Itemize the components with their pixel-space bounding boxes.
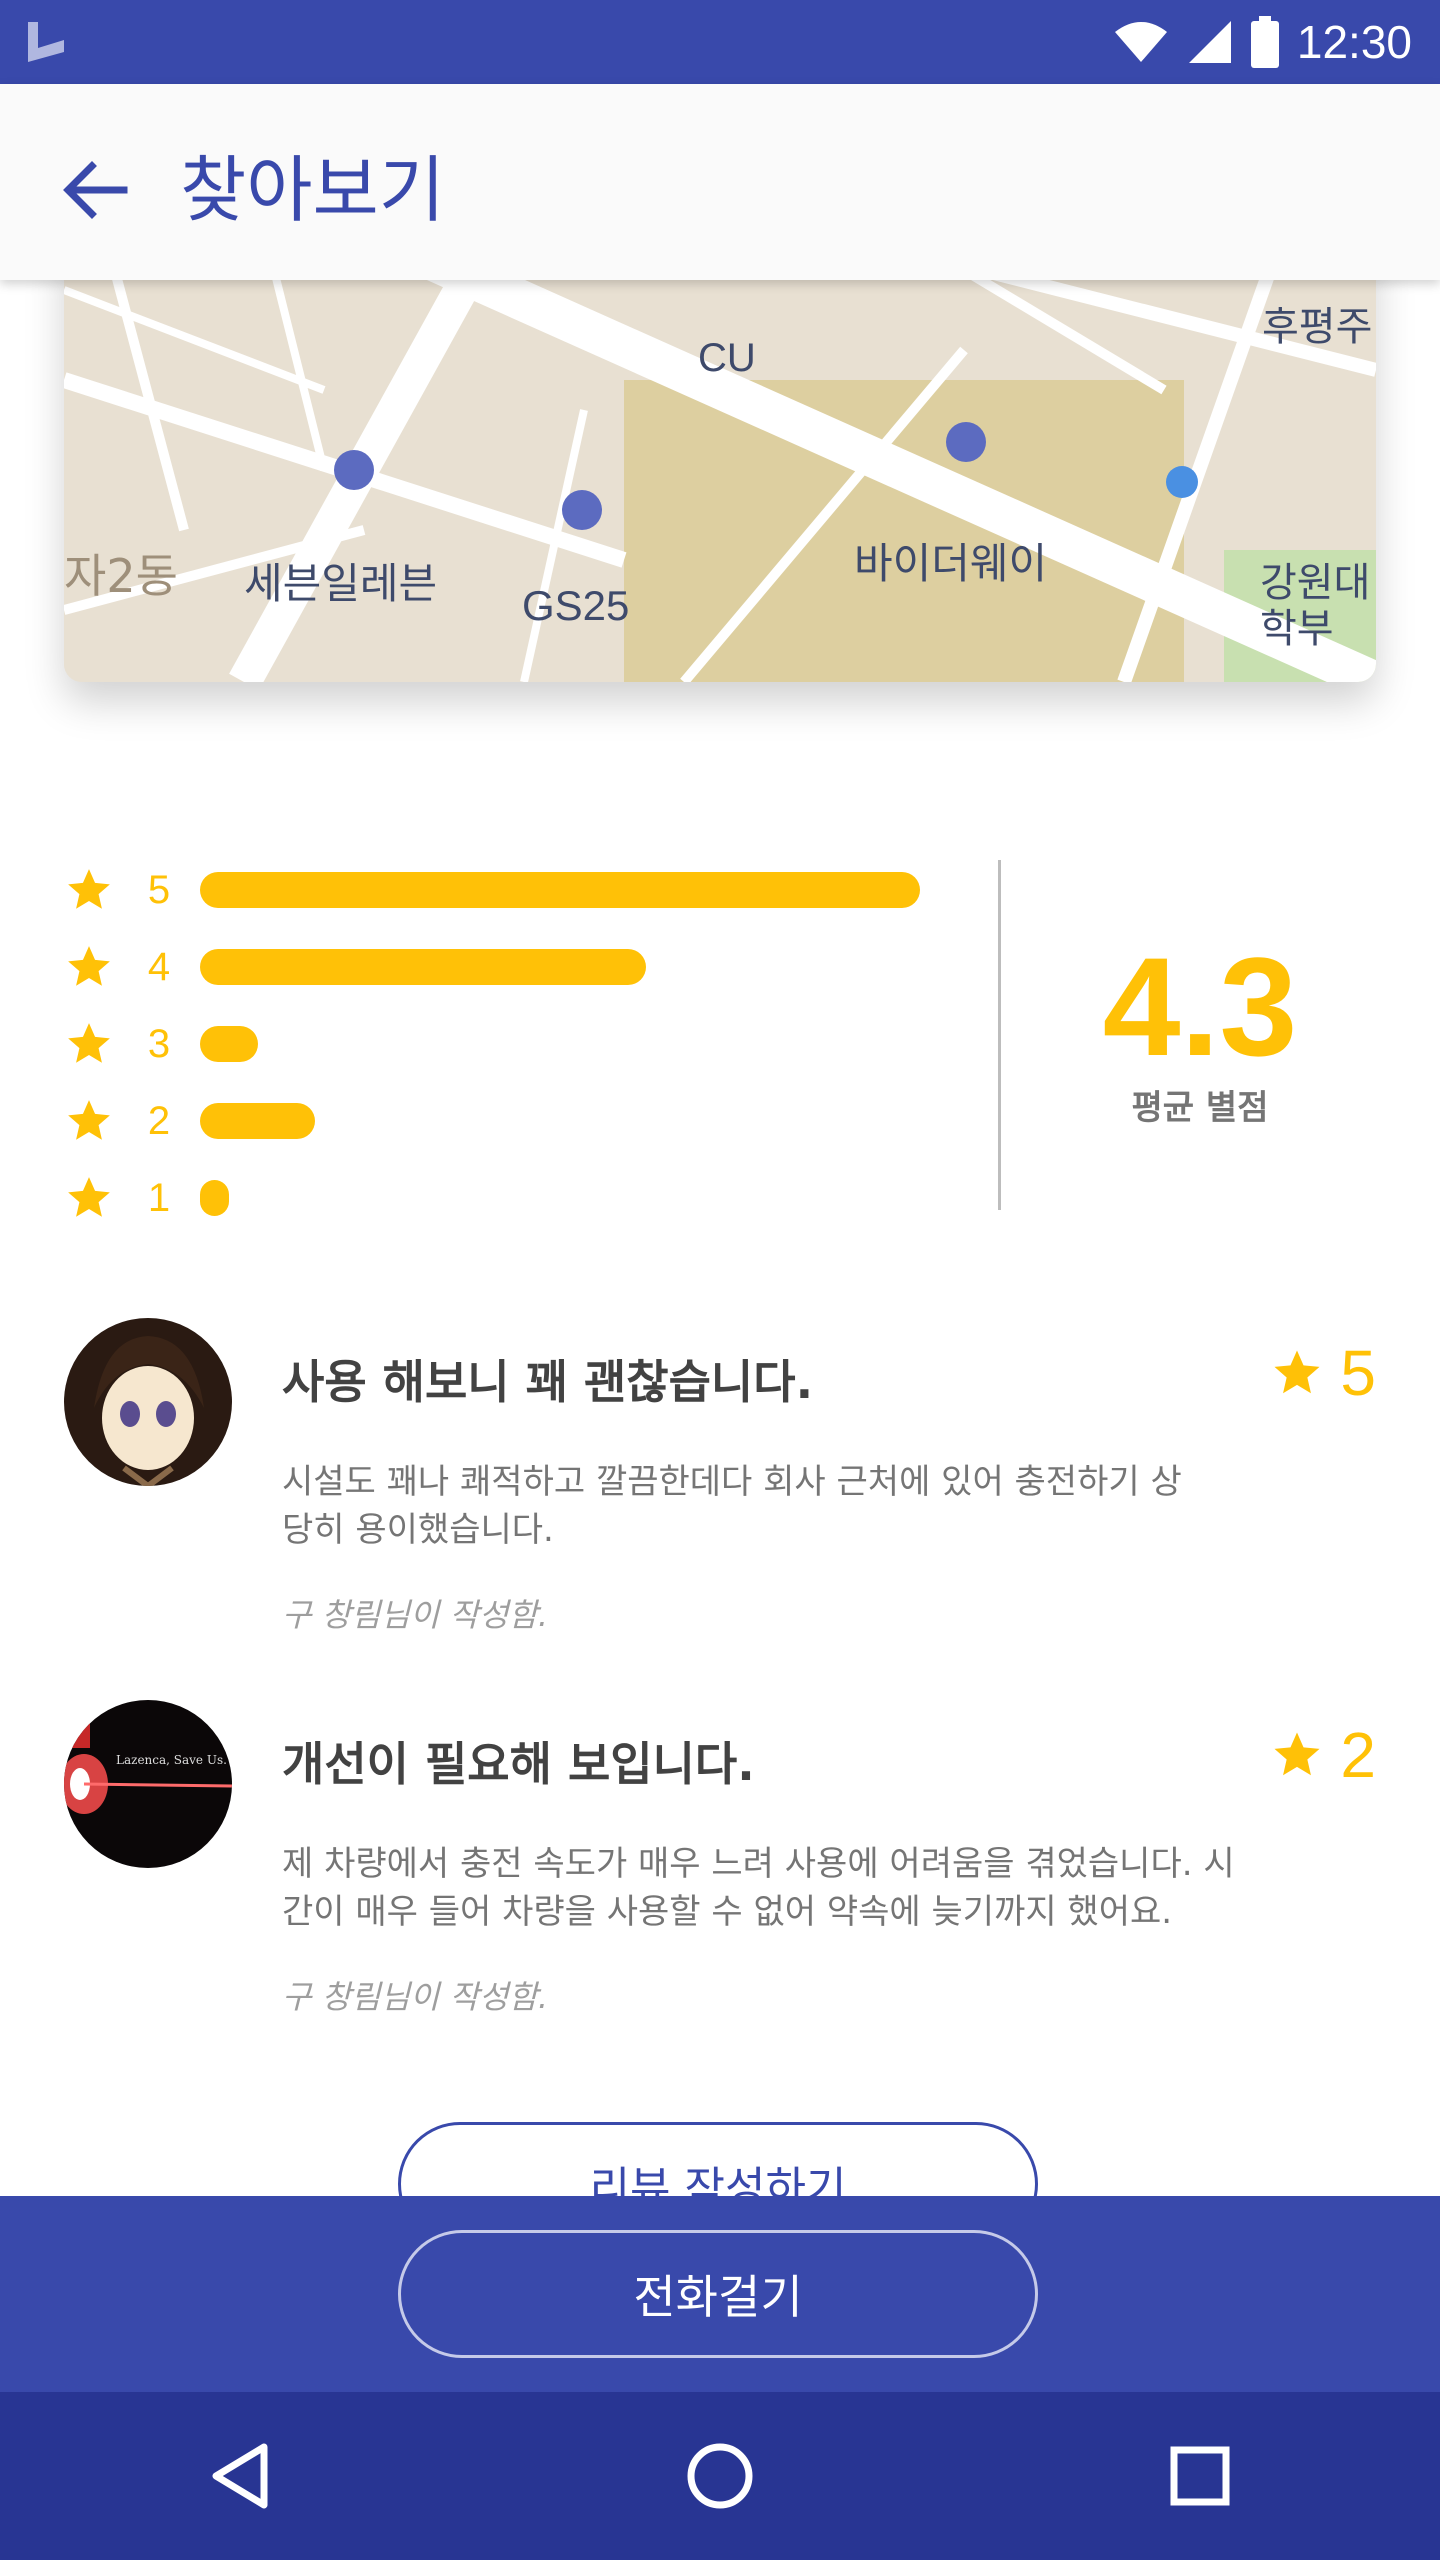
review-body: 제 차량에서 충전 속도가 매우 느려 사용에 어려움을 겪었습니다. 시간이 … — [282, 1844, 1235, 1932]
signal-icon — [1188, 21, 1231, 63]
triangle-back-icon — [212, 2443, 268, 2509]
nav-recents-button[interactable] — [1140, 2416, 1260, 2536]
review-score-value: 2 — [1340, 1719, 1376, 1791]
call-button[interactable]: 전화걸기 — [398, 2230, 1038, 2358]
rating-bar — [200, 1103, 315, 1139]
review-author: 구 창림님이 작성함. — [282, 1978, 549, 2016]
map-label-buytheway: 바이더웨이 — [854, 539, 1048, 588]
review-title: 개선이 필요해 보입니다. — [282, 1737, 755, 1791]
map-label-university: 강원대학부 — [1260, 560, 1371, 652]
rating-level: 1 — [147, 1175, 171, 1220]
average-rating-label: 평균 별점 — [1131, 1088, 1269, 1128]
avatar-dark-poster-image: Lazenca, Save Us. — [64, 1700, 232, 1868]
rating-bar — [200, 1026, 258, 1062]
app-bar: 찾아보기 — [0, 84, 1440, 280]
review-score: 5 — [1270, 1336, 1376, 1410]
star-icon — [1274, 1350, 1320, 1394]
page-title: 찾아보기 — [180, 148, 445, 232]
review-author: 구 창림님이 작성함. — [282, 1596, 549, 1634]
status-time: 12:30 — [1296, 16, 1412, 68]
map-tiles — [64, 230, 1376, 682]
square-recents-icon — [1170, 2446, 1230, 2506]
status-bar: 12:30 — [0, 0, 1440, 84]
star-icon — [68, 1023, 110, 1063]
review-score: 2 — [1270, 1718, 1376, 1792]
svg-text:Lazenca, Save Us.: Lazenca, Save Us. — [116, 1753, 227, 1767]
rating-level: 4 — [147, 944, 171, 989]
map-label-seven-eleven: 세븐일레븐 — [244, 559, 438, 608]
avatar: Lazenca, Save Us. — [64, 1700, 232, 1868]
rating-row-3: 3 — [64, 1014, 194, 1074]
rating-level: 2 — [147, 1098, 171, 1143]
poi-gs25-icon — [562, 490, 602, 530]
review-body: 시설도 꽤나 쾌적하고 깔끔한데다 회사 근처에 있어 충전하기 상당히 용이했… — [282, 1462, 1182, 1550]
star-icon — [68, 1177, 110, 1217]
rating-level: 5 — [147, 867, 171, 912]
bottom-action-bar: 전화걸기 — [0, 2196, 1440, 2392]
rating-level: 3 — [147, 1021, 171, 1066]
battery-icon — [1250, 16, 1279, 68]
review-title: 사용 해보니 꽤 괜찮습니다. — [282, 1355, 814, 1409]
star-icon — [68, 946, 110, 986]
avatar-anime-girl-image — [64, 1318, 232, 1486]
rating-divider — [998, 860, 1001, 1210]
circle-home-icon — [687, 2443, 753, 2509]
star-icon — [68, 1100, 110, 1140]
star-icon — [68, 869, 110, 909]
nav-home-button[interactable] — [660, 2416, 780, 2536]
arrow-left-icon — [63, 161, 128, 219]
rating-bar — [200, 1180, 229, 1216]
review-item[interactable]: Lazenca, Save Us. 개선이 필요해 보입니다. 2 제 차량에서… — [0, 1700, 1440, 2020]
rating-summary: 5 4 3 2 1 4.3 평균 별점 — [0, 860, 1440, 1220]
poi-seven-eleven-icon — [334, 450, 374, 490]
system-nav-bar — [0, 2392, 1440, 2560]
star-icon — [1274, 1732, 1320, 1776]
rating-row-2: 2 — [64, 1091, 194, 1151]
review-item[interactable]: 사용 해보니 꽤 괜찮습니다. 5 시설도 꽤나 쾌적하고 깔끔한데다 회사 근… — [0, 1318, 1440, 1638]
average-rating: 4.3 — [1102, 928, 1298, 1085]
app-logo-icon — [28, 22, 64, 62]
review-score-value: 5 — [1340, 1337, 1376, 1409]
rating-bar — [200, 949, 646, 985]
rating-bar — [200, 872, 920, 908]
poi-buythe-way-icon — [946, 422, 986, 462]
status-icons: 12:30 — [1113, 10, 1412, 74]
map-label-hupyeong: 후평주 — [1262, 304, 1373, 350]
rating-row-5: 5 — [64, 860, 194, 920]
map-view[interactable]: CU 후평주 세븐일레븐 GS25 바이더웨이 자2동 강원대학부 — [64, 230, 1376, 682]
wifi-icon — [1114, 22, 1167, 62]
rating-row-1: 1 — [64, 1168, 194, 1228]
nav-back-button[interactable] — [180, 2416, 300, 2536]
rating-row-4: 4 — [64, 937, 194, 997]
map-label-district: 자2동 — [64, 549, 178, 603]
map-label-cu: CU — [698, 336, 756, 380]
poi-blue-marker-icon — [1166, 466, 1198, 498]
avatar — [64, 1318, 232, 1486]
map-label-gs25: GS25 — [522, 582, 630, 629]
back-button[interactable] — [44, 140, 144, 240]
